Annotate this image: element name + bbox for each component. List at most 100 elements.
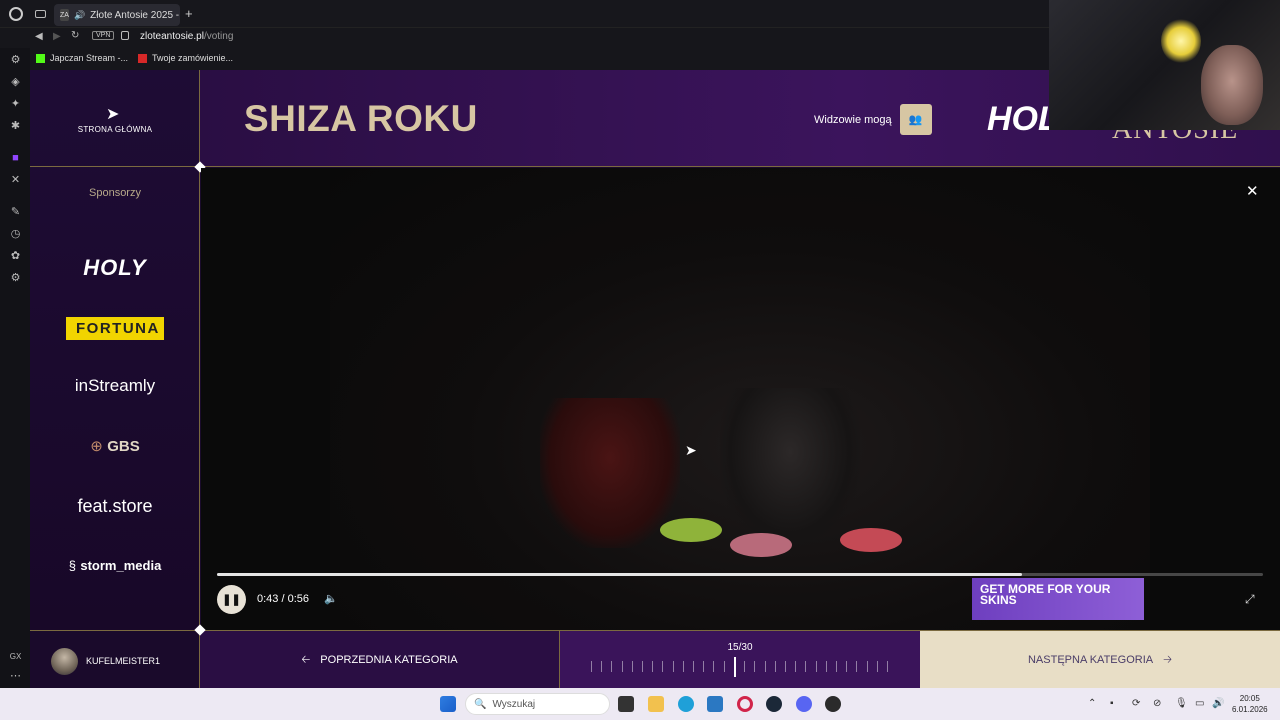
storm-icon: § bbox=[68, 558, 76, 573]
rail-icon-2[interactable]: ◈ bbox=[9, 76, 22, 89]
user-profile[interactable]: KUFELMEISTER1 bbox=[30, 631, 200, 689]
category-tick bbox=[601, 661, 603, 672]
taskbar-search[interactable]: 🔍 Wyszukaj bbox=[465, 693, 610, 715]
video-person-left bbox=[540, 398, 680, 548]
sponsor-featstore[interactable]: feat.store bbox=[30, 496, 200, 517]
steam-icon[interactable] bbox=[766, 696, 782, 712]
taskview-icon[interactable] bbox=[618, 696, 634, 712]
category-counter: 15/30 bbox=[727, 642, 753, 653]
sponsor-storm[interactable]: § storm_media bbox=[30, 557, 200, 575]
settings-icon[interactable]: ⚙ bbox=[9, 272, 22, 285]
viewers-button[interactable]: 👥 bbox=[899, 104, 932, 135]
rail-icon-1[interactable]: ⚙ bbox=[9, 54, 22, 67]
video-cup-red bbox=[840, 528, 902, 552]
tray-icon-3[interactable]: ⊘ bbox=[1153, 698, 1161, 709]
lock-icon bbox=[121, 31, 129, 40]
category-tick bbox=[642, 661, 644, 672]
category-tick bbox=[846, 661, 848, 672]
speaker-icon[interactable]: 🔊 bbox=[74, 10, 85, 21]
bookmark-japczan[interactable]: Japczan Stream -... bbox=[36, 53, 128, 63]
category-tick bbox=[876, 661, 878, 672]
back-icon[interactable]: ◀ bbox=[35, 31, 43, 42]
progress-bar[interactable] bbox=[217, 573, 1263, 576]
sponsors-title: Sponsorzy bbox=[89, 187, 141, 199]
bookmark-orders[interactable]: Twoje zamówienie... bbox=[138, 53, 233, 63]
more-icon[interactable]: ⋯ bbox=[9, 670, 22, 683]
microphone-icon[interactable]: 🎙 bbox=[1175, 698, 1188, 709]
workspaces-icon[interactable] bbox=[35, 10, 46, 18]
video-frame[interactable] bbox=[330, 168, 1150, 630]
rail-icon-5[interactable]: ✎ bbox=[9, 206, 22, 219]
category-tick bbox=[866, 661, 868, 672]
speaker-icon[interactable]: 🔊 bbox=[1212, 698, 1224, 709]
sponsor-name: FORTUNA bbox=[66, 317, 164, 340]
taskbar-clock[interactable]: 20:05 6.01.2026 bbox=[1232, 693, 1268, 715]
category-tick bbox=[703, 661, 705, 672]
video-person-right bbox=[720, 388, 860, 548]
reload-icon[interactable]: ↻ bbox=[71, 30, 79, 41]
home-link[interactable]: ➤ STRONA GŁÓWNA bbox=[30, 70, 200, 167]
sponsor-instreamly[interactable]: inStreamly bbox=[30, 376, 200, 396]
next-category-button[interactable]: NASTĘPNA KATEGORIA 🡢 bbox=[920, 631, 1280, 689]
edge-icon[interactable] bbox=[678, 696, 694, 712]
new-tab-icon[interactable]: + bbox=[185, 6, 193, 21]
shop-icon bbox=[138, 53, 147, 63]
store-icon[interactable] bbox=[707, 696, 723, 712]
windows-start-icon[interactable] bbox=[440, 696, 456, 712]
rail-icon-3[interactable]: ✦ bbox=[9, 98, 22, 111]
sponsors-panel: ➤ STRONA GŁÓWNA Sponsorzy HOLY FORTUNA i… bbox=[30, 70, 200, 630]
arrow-right-icon: 🡢 bbox=[1163, 653, 1173, 666]
app-icon[interactable] bbox=[825, 696, 841, 712]
gx-label[interactable]: GX bbox=[9, 650, 22, 663]
url-field[interactable]: zloteantosie.pl/voting bbox=[140, 31, 233, 42]
tray-icon-2[interactable]: ⟳ bbox=[1132, 698, 1140, 709]
sponsor-name: HOLY bbox=[83, 255, 147, 280]
history-icon[interactable]: ◷ bbox=[9, 228, 22, 241]
browser-tab[interactable]: ZA 🔊 Złote Antosie 2025 - N bbox=[54, 4, 180, 26]
category-tick bbox=[805, 661, 807, 672]
sponsor-gbs[interactable]: ⊕ GBS bbox=[30, 437, 200, 456]
twitch-icon[interactable]: ■ bbox=[9, 152, 22, 165]
prev-category-label: POPRZEDNIA KATEGORIA bbox=[320, 654, 458, 666]
rail-icon-4[interactable]: ✱ bbox=[9, 120, 22, 133]
video-cup-pink bbox=[730, 533, 792, 557]
next-category-label: NASTĘPNA KATEGORIA bbox=[1027, 654, 1154, 666]
username: KUFELMEISTER1 bbox=[86, 656, 161, 666]
url-path: /voting bbox=[203, 31, 234, 42]
video-player[interactable]: ✕ GET MORE FOR YOUR SKINS ❚❚ 0:43 / 0:56… bbox=[201, 168, 1280, 630]
viewers-vote-indicator: Widzowie mogą 👥 bbox=[814, 104, 932, 135]
fullscreen-icon[interactable]: ⤢ bbox=[1245, 592, 1255, 607]
category-tick bbox=[784, 661, 786, 672]
vpn-badge[interactable]: VPN bbox=[92, 31, 115, 40]
category-title: SHIZA ROKU bbox=[244, 98, 478, 139]
users-icon: 👥 bbox=[908, 114, 923, 126]
voting-page: ➤ STRONA GŁÓWNA Sponsorzy HOLY FORTUNA i… bbox=[30, 70, 1280, 689]
opera-menu-icon[interactable] bbox=[9, 7, 23, 21]
explorer-icon[interactable] bbox=[648, 696, 664, 712]
category-tick bbox=[621, 661, 623, 672]
volume-icon[interactable]: 🔈 bbox=[324, 592, 338, 605]
rail-icon-6[interactable]: ✿ bbox=[9, 250, 22, 263]
prev-category-button[interactable]: 🡠 POPRZEDNIA KATEGORIA bbox=[200, 631, 560, 689]
discord-icon[interactable] bbox=[796, 696, 812, 712]
category-tick bbox=[887, 661, 888, 672]
time-display: 0:43 / 0:56 bbox=[257, 593, 309, 605]
tray-chevron-icon[interactable]: ⌃ bbox=[1088, 698, 1096, 709]
sponsor-name: storm_media bbox=[80, 558, 162, 573]
x-icon[interactable]: ✕ bbox=[9, 174, 22, 187]
pause-button[interactable]: ❚❚ bbox=[217, 585, 246, 614]
forward-icon[interactable]: ▶ bbox=[53, 31, 61, 42]
bookmark-label: Japczan Stream -... bbox=[50, 53, 129, 63]
category-tick bbox=[754, 661, 756, 672]
search-placeholder: Wyszukaj bbox=[492, 698, 536, 710]
mouse-cursor-icon: ➤ bbox=[685, 442, 697, 458]
tray-icon-1[interactable]: ▪ bbox=[1110, 698, 1114, 709]
bookmark-label: Twoje zamówienie... bbox=[152, 53, 234, 63]
opera-icon[interactable] bbox=[737, 696, 753, 712]
category-tick bbox=[856, 661, 858, 672]
close-icon[interactable]: ✕ bbox=[1246, 182, 1259, 200]
category-tick bbox=[672, 661, 674, 672]
sponsor-holy[interactable]: HOLY bbox=[30, 255, 200, 281]
network-icon[interactable]: ▭ bbox=[1195, 698, 1204, 709]
sponsor-fortuna[interactable]: FORTUNA bbox=[30, 317, 200, 340]
